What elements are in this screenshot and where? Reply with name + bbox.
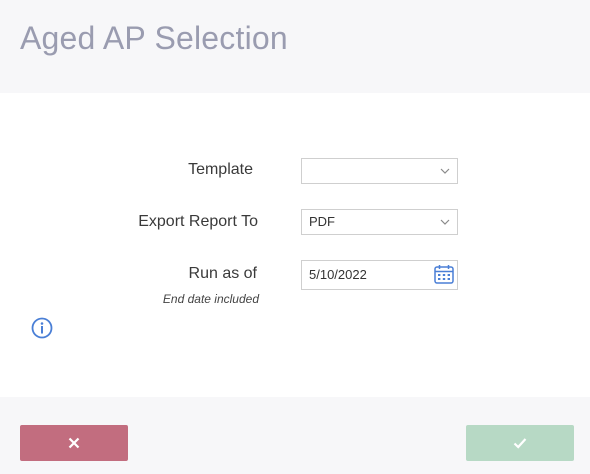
chevron-down-icon — [440, 219, 450, 225]
export-report-to-value: PDF — [309, 214, 335, 229]
dialog-header: Aged AP Selection — [0, 0, 590, 93]
template-select[interactable] — [301, 158, 458, 184]
run-as-of-value: 5/10/2022 — [309, 267, 367, 282]
export-report-to-select[interactable]: PDF — [301, 209, 458, 235]
export-report-to-label: Export Report To — [138, 213, 258, 230]
close-icon — [68, 437, 80, 449]
check-icon — [513, 438, 527, 449]
cancel-button[interactable] — [20, 425, 128, 461]
run-as-of-label: Run as of — [188, 265, 257, 282]
page-title: Aged AP Selection — [20, 20, 288, 56]
run-as-of-date-input[interactable]: 5/10/2022 — [301, 260, 458, 290]
chevron-down-icon — [440, 168, 450, 174]
confirm-button[interactable] — [466, 425, 574, 461]
end-date-note: End date included — [162, 292, 259, 306]
dialog-body — [0, 93, 590, 397]
calendar-icon[interactable] — [433, 263, 455, 285]
template-label: Template — [188, 161, 253, 178]
info-icon[interactable] — [31, 317, 53, 339]
